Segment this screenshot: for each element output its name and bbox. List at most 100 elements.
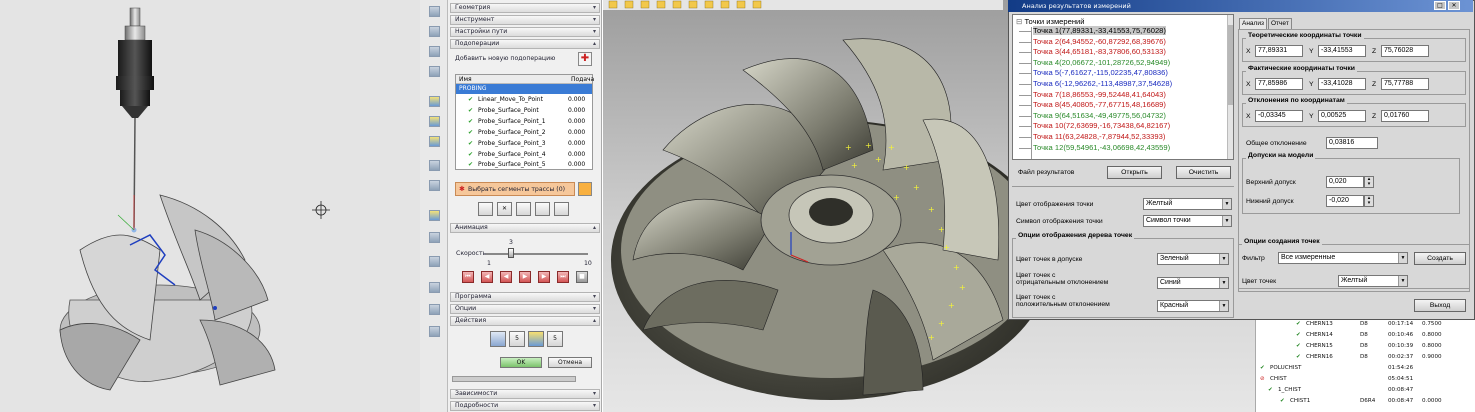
close-icon[interactable]: ✕	[1448, 1, 1460, 10]
tool-icon[interactable]	[429, 96, 440, 107]
tool-icon[interactable]	[429, 210, 440, 221]
add-subop-icon[interactable]: ✚	[578, 52, 592, 66]
tree-point-item[interactable]: Точка 9(64,51634,-49,49775,56,04732)	[1033, 111, 1166, 120]
section-actions[interactable]: Действия ▴	[450, 316, 600, 326]
simulate-icon[interactable]	[528, 331, 544, 347]
step-forward-icon[interactable]: ▶	[538, 271, 550, 283]
section-dependencies[interactable]: Зависимости ▾	[450, 389, 600, 399]
horizontal-scrollbar[interactable]	[452, 376, 576, 382]
generate-icon[interactable]	[490, 331, 506, 347]
section-details[interactable]: Подробности ▾	[450, 401, 600, 411]
exit-button[interactable]: Выход	[1414, 299, 1466, 312]
speed-slider-track[interactable]	[486, 253, 588, 255]
open-button[interactable]: Открыть	[1107, 166, 1162, 179]
fact-y[interactable]: -33,41028	[1318, 78, 1366, 90]
list-item[interactable]: ✔ Probe_Surface_Point_1 0.000	[456, 117, 592, 127]
fact-x[interactable]: 77,85986	[1255, 78, 1303, 90]
list-item[interactable]: ✔ Probe_Surface_Point_2 0.000	[456, 128, 592, 138]
tool-icon[interactable]	[429, 180, 440, 191]
maximize-icon[interactable]: □	[1434, 1, 1446, 10]
ok-button[interactable]: OK	[500, 357, 542, 368]
display-symbol-select[interactable]: Символ точки ▼	[1143, 215, 1232, 227]
section-tool[interactable]: Инструмент ▾	[450, 15, 600, 25]
delete-icon[interactable]: ✕	[497, 202, 512, 216]
list-item[interactable]: ✔ Linear_Move_To_Point 0.000	[456, 95, 592, 105]
fact-z[interactable]: 75,77788	[1381, 78, 1429, 90]
tool-icon[interactable]	[429, 326, 440, 337]
tool-icon[interactable]	[429, 304, 440, 315]
section-animation[interactable]: Анимация ▴	[450, 223, 600, 233]
upper-tol-spin-icon[interactable]: ▴ ▾	[1364, 176, 1374, 188]
in-tol-select[interactable]: Зеленый ▼	[1157, 253, 1229, 265]
play-back-icon[interactable]: ◀	[500, 271, 512, 283]
tree-point-item[interactable]: Точка 6(-12,96262,-113,48987,37,54628)	[1033, 79, 1172, 88]
pos-dev-select[interactable]: Красный ▼	[1157, 300, 1229, 312]
list-item[interactable]: ✔ Probe_Surface_Point_4 0.000	[456, 150, 592, 160]
tab-analysis[interactable]: Анализ	[1239, 18, 1267, 29]
filter-select[interactable]: Все измеренные ▼	[1278, 252, 1408, 264]
table-row[interactable]: ✔ CHERN16 D8 00:02:37 0.9000	[1256, 353, 1475, 362]
tree-point-item[interactable]: Точка 12(59,54961,-43,06698,42,43559)	[1033, 143, 1170, 152]
move-icon[interactable]	[516, 202, 531, 216]
table-row[interactable]: ✔ CHIST1 D6R4 00:08:47 0.0000	[1256, 397, 1475, 406]
segments-curve-icon[interactable]	[578, 182, 592, 196]
tree-point-item[interactable]: Точка 7(18,86553,-99,52448,41,64043)	[1033, 90, 1166, 99]
tool-icon[interactable]	[429, 232, 440, 243]
list-item[interactable]: ✔ Probe_Surface_Point_5 0.000	[456, 160, 592, 170]
edit-icon[interactable]	[478, 202, 493, 216]
forward-end-icon[interactable]: ⏭	[557, 271, 569, 283]
section-geometry[interactable]: Геометрия ▾	[450, 3, 600, 13]
tool-icon[interactable]	[429, 136, 440, 147]
list-item[interactable]: ✔ Probe_Surface_Point_3 0.000	[456, 139, 592, 149]
tool-icon[interactable]	[429, 26, 440, 37]
tab-report[interactable]: Отчет	[1268, 18, 1292, 29]
step-back-icon[interactable]: ◀	[481, 271, 493, 283]
stop-icon[interactable]: ■	[576, 271, 588, 283]
viewport-left[interactable]	[0, 0, 420, 412]
display-color-select[interactable]: Желтый ▼	[1143, 198, 1232, 210]
points-color-select[interactable]: Желтый ▼	[1338, 275, 1408, 287]
tool-icon[interactable]	[429, 116, 440, 127]
lower-tol-spin-icon[interactable]: ▴ ▾	[1364, 195, 1374, 207]
table-row[interactable]: ⊘ CHIST 05:04:51	[1256, 375, 1475, 384]
tool-icon[interactable]	[429, 256, 440, 267]
theor-z[interactable]: 75,76028	[1381, 45, 1429, 57]
tree-point-item[interactable]: Точка 11(63,24828,-7,87944,52,33393)	[1033, 132, 1165, 141]
list-icon[interactable]: 5	[547, 331, 563, 347]
speed-slider-handle[interactable]	[508, 248, 514, 258]
tool-icon[interactable]	[429, 160, 440, 171]
dev-y[interactable]: 0,00525	[1318, 110, 1366, 122]
section-program[interactable]: Программа ▾	[450, 292, 600, 302]
table-row[interactable]: ✔ CHERN14 D8 00:10:46 0.8000	[1256, 331, 1475, 340]
table-row[interactable]: ✔ CHERN15 D8 00:10:39 0.8000	[1256, 342, 1475, 351]
tool-icon[interactable]	[429, 282, 440, 293]
clear-button[interactable]: Очистить	[1176, 166, 1231, 179]
play-icon[interactable]: ▶	[519, 271, 531, 283]
select-segments-box[interactable]: ✱ Выбрать сегменты трассы (0)	[455, 182, 575, 196]
tree-point-item[interactable]: Точка 2(64,94552,-60,87292,68,39676)	[1033, 37, 1166, 46]
theor-y[interactable]: -33,41553	[1318, 45, 1366, 57]
create-button[interactable]: Создать	[1414, 252, 1466, 265]
verify-icon[interactable]: 5	[509, 331, 525, 347]
section-path-settings[interactable]: Настройки пути ▾	[450, 27, 600, 37]
section-suboperations[interactable]: Подоперации ▴	[450, 39, 600, 49]
copy-icon[interactable]	[535, 202, 550, 216]
upper-tol[interactable]: 0,020	[1326, 176, 1364, 188]
list-item[interactable]: ✔ Probe_Surface_Point 0.000	[456, 106, 592, 116]
tree-point-item[interactable]: Точка 8(45,40805,-77,67715,48,16689)	[1033, 100, 1166, 109]
table-row[interactable]: ✔ 1_CHIST 00:08:47	[1256, 386, 1475, 395]
tool-icon[interactable]	[429, 46, 440, 57]
theor-x[interactable]: 77,89331	[1255, 45, 1303, 57]
total-dev[interactable]: 0,03816	[1326, 137, 1378, 149]
tree-point-item[interactable]: Точка 10(72,63699,-16,73438,64,82167)	[1033, 121, 1170, 130]
cancel-button[interactable]: Отмена	[548, 357, 592, 368]
tree-scroll-thumb[interactable]	[1228, 25, 1233, 105]
list-group[interactable]: PROBING	[456, 84, 592, 94]
table-row[interactable]: ✔ CHERN13 D8 00:17:14 0.7500	[1256, 320, 1475, 329]
tree-point-item[interactable]: Точка 4(20,06672,-101,28726,52,94949)	[1033, 58, 1170, 67]
rewind-start-icon[interactable]: ⏮	[462, 271, 474, 283]
tree-root[interactable]: ⊟ Точки измерений	[1016, 17, 1085, 26]
neg-dev-select[interactable]: Синий ▼	[1157, 277, 1229, 289]
lower-tol[interactable]: -0,020	[1326, 195, 1364, 207]
tree-point-item[interactable]: Точка 1(77,89331,-33,41553,75,76028)	[1033, 26, 1166, 35]
